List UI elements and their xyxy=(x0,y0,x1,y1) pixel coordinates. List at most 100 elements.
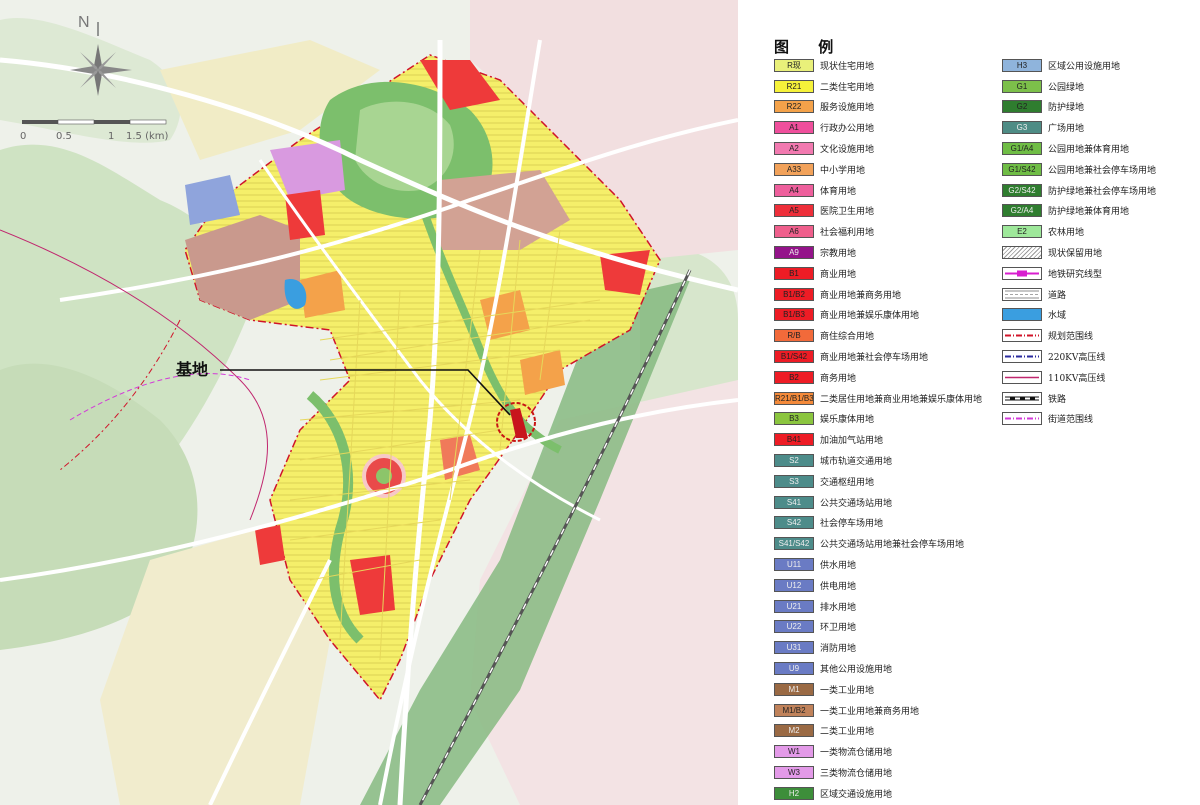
legend-item: S41/S42 公共交通场站用地兼社会停车场用地 xyxy=(774,533,982,554)
legend-item-label: 加油加气站用地 xyxy=(820,436,884,447)
legend-item: G1/A4 公园用地兼体育用地 xyxy=(1002,138,1156,159)
legend-swatch: S3 xyxy=(774,474,814,488)
legend-swatch: B1/S42 xyxy=(774,350,814,364)
legend-item: 现状保留用地 xyxy=(1002,242,1156,263)
legend-item-label: 交通枢纽用地 xyxy=(820,477,875,488)
legend-swatch xyxy=(1002,287,1042,301)
legend-item: 规划范围线 xyxy=(1002,325,1156,346)
legend-item: S2 城市轨道交通用地 xyxy=(774,450,982,471)
legend-item-label: 供电用地 xyxy=(820,581,857,592)
legend-item-label: 服务设施用地 xyxy=(820,103,875,114)
legend-swatch: E2 xyxy=(1002,225,1042,239)
legend-swatch: A2 xyxy=(774,142,814,156)
legend-swatch: U11 xyxy=(774,558,814,572)
legend-item-label: 街道范围线 xyxy=(1048,415,1094,426)
legend-item-label: 区域公用设施用地 xyxy=(1048,61,1121,72)
scale-label-2: 1 xyxy=(108,131,115,142)
land-use-map[interactable]: N 0 0.5 1 1.5 (km) 基地 xyxy=(0,0,738,805)
legend-swatch: G2/A4 xyxy=(1002,204,1042,218)
legend-swatch: B1/B2 xyxy=(774,287,814,301)
legend-item-label: 道路 xyxy=(1048,290,1067,301)
scale-label-3: 1.5 (km) xyxy=(126,131,169,142)
legend-swatch: M2 xyxy=(774,724,814,738)
legend-item-label: 商业用地 xyxy=(820,269,857,280)
legend-item-label: 消防用地 xyxy=(820,644,857,655)
scale-label-0: 0 xyxy=(20,131,27,142)
legend-item-label: 社会福利用地 xyxy=(820,228,875,239)
legend-swatch: U22 xyxy=(774,620,814,634)
block-commercial-5 xyxy=(255,525,285,565)
legend-item-label: 农林用地 xyxy=(1048,228,1085,239)
legend-item-label: 文化设施用地 xyxy=(820,145,875,156)
legend-swatch xyxy=(1002,391,1042,405)
legend-item-label: 公园用地兼体育用地 xyxy=(1048,145,1130,156)
legend-item: U11 供水用地 xyxy=(774,554,982,575)
legend-item-label: 水域 xyxy=(1048,311,1067,322)
legend-column-right: H3 区域公用设施用地 G1 公园绿地 G2 防护绿地 G3 广场用地 G1/A4 公园用地兼体育… xyxy=(1002,55,1156,429)
legend-item-label: 环卫用地 xyxy=(820,623,857,634)
legend-item: S3 交通枢纽用地 xyxy=(774,471,982,492)
legend-item-label: 娱乐康体用地 xyxy=(820,415,875,426)
legend-swatch: U31 xyxy=(774,641,814,655)
scale-label-1: 0.5 xyxy=(56,131,72,142)
legend-swatch: M1/B2 xyxy=(774,703,814,717)
legend-item: U21 排水用地 xyxy=(774,596,982,617)
legend-swatch: A33 xyxy=(774,162,814,176)
legend-item: 地铁研究线型 xyxy=(1002,263,1156,284)
legend-item-label: 体育用地 xyxy=(820,186,857,197)
legend-item: R/B 商住综合用地 xyxy=(774,325,982,346)
legend-item: 110KV高压线 xyxy=(1002,367,1156,388)
legend-item: A4 体育用地 xyxy=(774,180,982,201)
legend-swatch: A6 xyxy=(774,225,814,239)
legend-swatch: S42 xyxy=(774,516,814,530)
legend-item: B1/B3 商业用地兼娱乐康体用地 xyxy=(774,305,982,326)
legend-item: S42 社会停车场用地 xyxy=(774,513,982,534)
legend-item-label: 广场用地 xyxy=(1048,124,1085,135)
legend-swatch: A1 xyxy=(774,121,814,135)
legend-item-label: 商务用地 xyxy=(820,373,857,384)
legend-item: B2 商务用地 xyxy=(774,367,982,388)
legend-item: H3 区域公用设施用地 xyxy=(1002,55,1156,76)
legend-item: R现 现状住宅用地 xyxy=(774,55,982,76)
legend-item: G2/S42 防护绿地兼社会停车场用地 xyxy=(1002,180,1156,201)
legend-item-label: 一类工业用地 xyxy=(820,685,875,696)
legend-item: 铁路 xyxy=(1002,388,1156,409)
legend-swatch: R现 xyxy=(774,58,814,72)
legend-item: 220KV高压线 xyxy=(1002,346,1156,367)
legend-item: A6 社会福利用地 xyxy=(774,221,982,242)
legend-swatch: G1/A4 xyxy=(1002,142,1042,156)
legend-item: R21/B1/B3 二类居住用地兼商业用地兼娱乐康体用地 xyxy=(774,388,982,409)
legend-item: S41 公共交通场站用地 xyxy=(774,492,982,513)
legend-item: H2 区域交通设施用地 xyxy=(774,783,982,804)
legend-item: G2/A4 防护绿地兼体育用地 xyxy=(1002,201,1156,222)
legend-item: 街道范围线 xyxy=(1002,409,1156,430)
legend-item-label: 行政办公用地 xyxy=(820,124,875,135)
legend-swatch: U21 xyxy=(774,599,814,613)
legend-item-label: 公共交通场站用地兼社会停车场用地 xyxy=(820,540,965,551)
legend-item-label: 其他公用设施用地 xyxy=(820,665,893,675)
map-canvas xyxy=(0,0,738,805)
legend-swatch: S2 xyxy=(774,454,814,468)
legend-item-label: 铁路 xyxy=(1048,394,1067,405)
legend-item-label: 社会停车场用地 xyxy=(820,519,884,530)
legend-swatch: A9 xyxy=(774,246,814,260)
legend-panel: 图 例 R现 现状住宅用地 R21 二类住宅用地 R22 服务设施用地 A1 行政办公用地 A2… xyxy=(740,0,1200,805)
legend-item-label: 公共交通场站用地 xyxy=(820,498,893,509)
legend-item-label: 现状住宅用地 xyxy=(820,61,875,72)
legend-item-label: 二类工业用地 xyxy=(820,727,875,738)
legend-item: B1 商业用地 xyxy=(774,263,982,284)
legend-swatch: S41 xyxy=(774,495,814,509)
legend-swatch: B1/B3 xyxy=(774,308,814,322)
legend-item-label: 商业用地兼社会停车场用地 xyxy=(820,353,929,364)
legend-item: W3 三类物流仓储用地 xyxy=(774,762,982,783)
legend-item: B1/B2 商业用地兼商务用地 xyxy=(774,284,982,305)
legend-swatch: A5 xyxy=(774,204,814,218)
legend-swatch: H2 xyxy=(774,786,814,800)
legend-swatch xyxy=(1002,412,1042,426)
legend-swatch: G2 xyxy=(1002,100,1042,114)
legend-item-label: 区域交通设施用地 xyxy=(820,789,893,800)
legend-swatch: R21/B1/B3 xyxy=(774,391,814,405)
legend-item-label: 供水用地 xyxy=(820,561,857,572)
scale-bar xyxy=(22,119,167,125)
legend-swatch: G3 xyxy=(1002,121,1042,135)
